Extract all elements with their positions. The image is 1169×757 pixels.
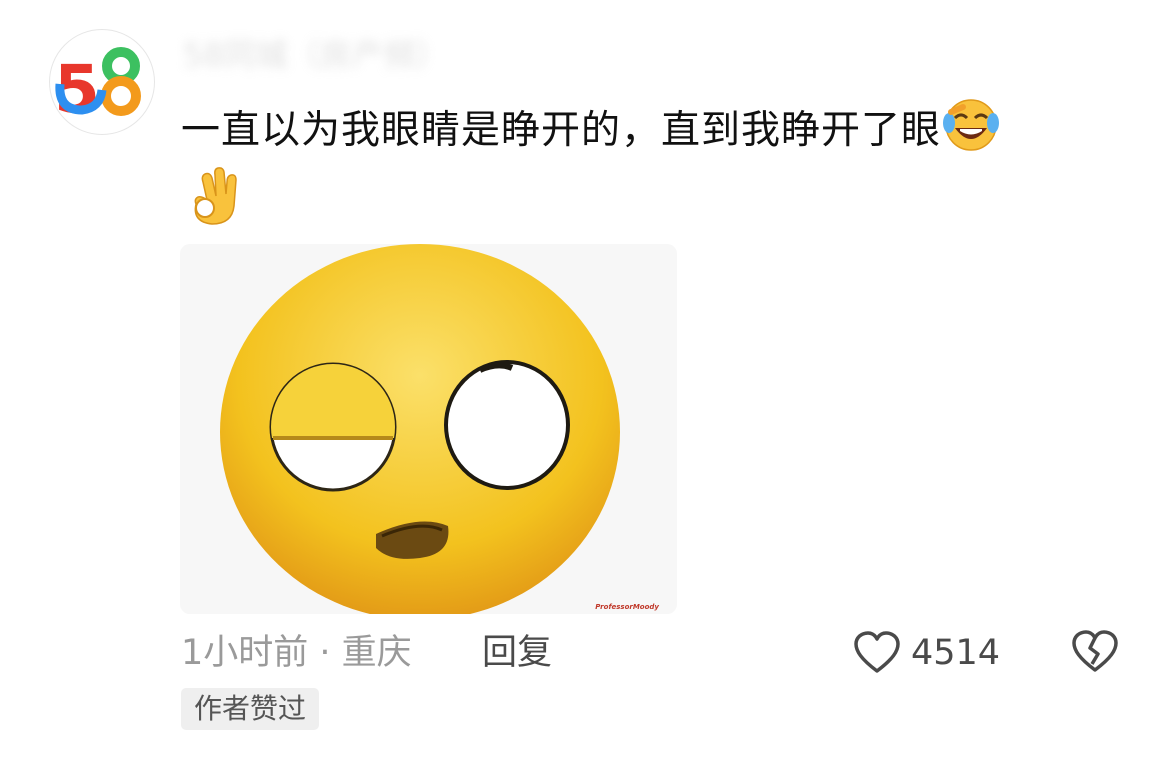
username[interactable]: 58同城（房产频） bbox=[183, 32, 508, 78]
avatar[interactable]: 5 bbox=[49, 29, 155, 135]
ok-hand-icon bbox=[184, 166, 244, 232]
post-image[interactable]: ProfessorMoody bbox=[180, 244, 677, 614]
like-count: 4514 bbox=[911, 633, 1001, 673]
heart-outline-icon bbox=[854, 631, 900, 673]
emoji-one-eye-open-icon bbox=[180, 244, 677, 614]
author-liked-badge: 作者赞过 bbox=[181, 688, 320, 730]
reply-button[interactable]: 回复 bbox=[482, 628, 552, 678]
58-logo-icon: 5 bbox=[54, 47, 141, 128]
comment-text: 一直以为我眼睛是睁开的，直到我睁开了眼 bbox=[181, 108, 942, 153]
comment-text-block: 一直以为我眼睛是睁开的，直到我睁开了眼 bbox=[181, 96, 1141, 169]
like-button[interactable]: 4514 bbox=[853, 628, 1000, 678]
broken-heart-icon bbox=[1072, 630, 1118, 672]
image-watermark: ProfessorMoody bbox=[595, 603, 659, 611]
dislike-button[interactable] bbox=[1071, 630, 1119, 678]
time-location: 1小时前 · 重庆 bbox=[181, 633, 412, 673]
face-with-tears-of-joy-icon bbox=[941, 96, 1001, 169]
